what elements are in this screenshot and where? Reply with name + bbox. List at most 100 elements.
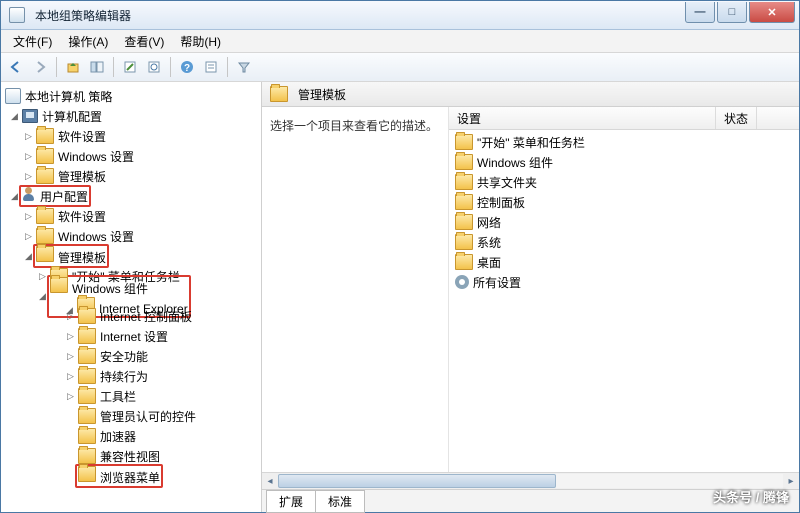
- toolbar: ?: [1, 53, 799, 82]
- expand-icon[interactable]: ▷: [23, 211, 34, 222]
- list-item[interactable]: 系统: [449, 232, 799, 252]
- tree-accelerators[interactable]: 加速器: [1, 426, 261, 446]
- folder-icon: [78, 308, 96, 324]
- refresh-button[interactable]: [143, 56, 165, 78]
- details-body: 选择一个项目来查看它的描述。 设置 状态 "开始" 菜单和任务栏 Windows…: [262, 107, 799, 472]
- toolbar-separator: [56, 57, 57, 77]
- folder-icon: [455, 154, 473, 170]
- expand-icon[interactable]: ▷: [65, 351, 76, 362]
- tree-user-config[interactable]: ◢用户配置: [1, 186, 261, 206]
- scroll-track[interactable]: [278, 474, 783, 488]
- tree-ie-control-panel[interactable]: ▷ Internet 控制面板: [1, 306, 261, 326]
- item-label: "开始" 菜单和任务栏: [477, 134, 585, 151]
- folder-icon: [78, 328, 96, 344]
- expand-icon[interactable]: ▷: [23, 231, 34, 242]
- toolbar-separator: [227, 57, 228, 77]
- expand-icon[interactable]: ▷: [65, 391, 76, 402]
- tree-label: 管理员认可的控件: [100, 408, 196, 425]
- expand-icon[interactable]: ▷: [65, 331, 76, 342]
- scroll-left-arrow[interactable]: ◂: [262, 474, 278, 488]
- tree-label: 工具栏: [100, 388, 136, 405]
- list-item[interactable]: "开始" 菜单和任务栏: [449, 132, 799, 152]
- folder-icon: [36, 246, 54, 262]
- tree-cc-windows[interactable]: ▷ Windows 设置: [1, 146, 261, 166]
- close-button[interactable]: ✕: [749, 2, 795, 23]
- folder-icon: [455, 134, 473, 150]
- export-button[interactable]: [119, 56, 141, 78]
- tree-label: Windows 设置: [58, 148, 134, 165]
- folder-icon: [36, 128, 54, 144]
- expand-icon[interactable]: ▷: [23, 151, 34, 162]
- tree-label: 软件设置: [58, 128, 106, 145]
- folder-icon: [455, 214, 473, 230]
- menu-action[interactable]: 操作(A): [60, 31, 116, 52]
- expand-icon[interactable]: ▷: [65, 311, 76, 322]
- tree-persistence[interactable]: ▷ 持续行为: [1, 366, 261, 386]
- menu-help[interactable]: 帮助(H): [172, 31, 229, 52]
- folder-icon: [36, 168, 54, 184]
- expand-icon[interactable]: ◢: [9, 111, 20, 122]
- tree-uc-admin[interactable]: ◢管理模板: [1, 246, 261, 266]
- help-button[interactable]: ?: [176, 56, 198, 78]
- list-item[interactable]: 所有设置: [449, 272, 799, 292]
- tab-extended[interactable]: 扩展: [266, 490, 316, 513]
- properties-button[interactable]: [200, 56, 222, 78]
- tree-cc-admin[interactable]: ▷ 管理模板: [1, 166, 261, 186]
- tree-win-components[interactable]: ◢Windows 组件◢Internet Explorer: [1, 286, 261, 306]
- details-header: 管理模板: [262, 82, 799, 107]
- tree-label: 用户配置: [40, 190, 88, 204]
- tree-browser-menu[interactable]: 浏览器菜单: [1, 466, 261, 486]
- tree-computer-config[interactable]: ◢计算机配置: [1, 106, 261, 126]
- tree-ie-settings[interactable]: ▷Internet 设置: [1, 326, 261, 346]
- list-item[interactable]: Windows 组件: [449, 152, 799, 172]
- expand-icon[interactable]: ▷: [23, 131, 34, 142]
- folder-icon: [50, 277, 68, 293]
- maximize-button[interactable]: □: [717, 2, 747, 23]
- tree-pane[interactable]: 本地计算机 策略 ◢计算机配置 ▷软件设置 ▷Windows 设置 ▷管理模板 …: [1, 82, 262, 512]
- expand-icon[interactable]: ▷: [23, 171, 34, 182]
- minimize-button[interactable]: —: [685, 2, 715, 23]
- policy-icon: [5, 88, 21, 104]
- tab-standard[interactable]: 标准: [315, 490, 365, 513]
- tree-label: Internet 控制面板: [100, 308, 192, 325]
- app-window: { "window": { "title": "本地组策略编辑器" }, "me…: [0, 0, 800, 513]
- col-state[interactable]: 状态: [716, 107, 757, 129]
- list-item[interactable]: 网络: [449, 212, 799, 232]
- tree-label: 安全功能: [100, 348, 148, 365]
- forward-button[interactable]: [29, 56, 51, 78]
- list-item[interactable]: 控制面板: [449, 192, 799, 212]
- tree-security[interactable]: ▷ 安全功能: [1, 346, 261, 366]
- filter-button[interactable]: [233, 56, 255, 78]
- tree-uc-windows[interactable]: ▷Windows 设置: [1, 226, 261, 246]
- tree-root[interactable]: 本地计算机 策略: [1, 86, 261, 106]
- folder-icon: [36, 208, 54, 224]
- window-title: 本地组策略编辑器: [1, 7, 131, 24]
- col-setting[interactable]: 设置: [449, 107, 716, 129]
- content-area: 本地计算机 策略 ◢计算机配置 ▷软件设置 ▷Windows 设置 ▷管理模板 …: [1, 82, 799, 512]
- tree-label: Windows 组件: [72, 282, 148, 296]
- list-item[interactable]: 共享文件夹: [449, 172, 799, 192]
- item-label: 控制面板: [477, 194, 525, 211]
- tree-admin-approved[interactable]: 管理员认可的控件: [1, 406, 261, 426]
- expand-icon[interactable]: ▷: [65, 371, 76, 382]
- list-header: 设置 状态: [449, 107, 799, 130]
- scroll-right-arrow[interactable]: ▸: [783, 474, 799, 488]
- tree-label: 管理模板: [58, 168, 106, 185]
- tree-label: 浏览器菜单: [100, 471, 160, 485]
- up-button[interactable]: [62, 56, 84, 78]
- list-item[interactable]: 桌面: [449, 252, 799, 272]
- folder-icon: [78, 408, 96, 424]
- app-icon: [9, 7, 25, 23]
- tree-uc-software[interactable]: ▷软件设置: [1, 206, 261, 226]
- item-label: 所有设置: [473, 274, 521, 291]
- tree-label: 持续行为: [100, 368, 148, 385]
- show-hide-tree-button[interactable]: [86, 56, 108, 78]
- tree-label: 本地计算机 策略: [25, 88, 112, 105]
- menu-view[interactable]: 查看(V): [116, 31, 172, 52]
- tree-compat-view[interactable]: 兼容性视图: [1, 446, 261, 466]
- back-button[interactable]: [5, 56, 27, 78]
- menu-file[interactable]: 文件(F): [5, 31, 60, 52]
- tree-cc-software[interactable]: ▷ 软件设置: [1, 126, 261, 146]
- tree-toolbars[interactable]: ▷ 工具栏: [1, 386, 261, 406]
- scroll-thumb[interactable]: [278, 474, 556, 488]
